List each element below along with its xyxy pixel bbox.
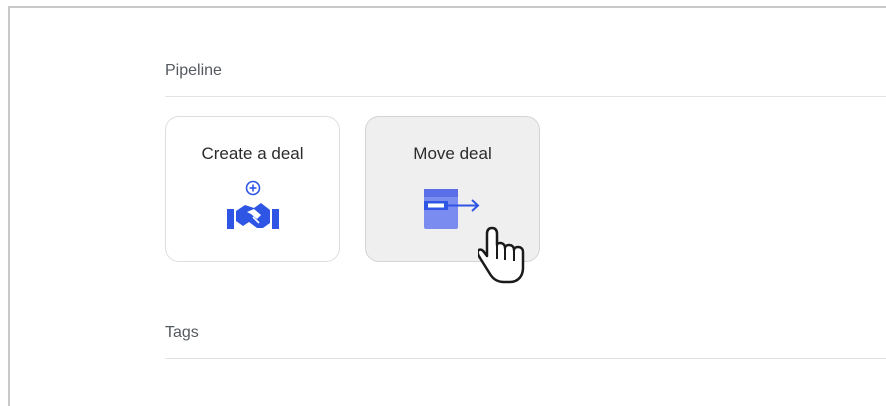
handshake-plus-icon	[226, 180, 279, 229]
create-deal-card[interactable]: Create a deal	[165, 116, 340, 262]
section-title-tags: Tags	[165, 324, 199, 341]
section-divider	[165, 96, 886, 97]
hand-pointer-cursor-icon	[478, 226, 525, 284]
section-divider	[165, 358, 886, 359]
move-card-arrow-icon	[423, 189, 479, 229]
move-deal-label: Move deal	[413, 144, 492, 163]
section-title-pipeline: Pipeline	[165, 62, 222, 79]
create-deal-label: Create a deal	[201, 144, 304, 163]
